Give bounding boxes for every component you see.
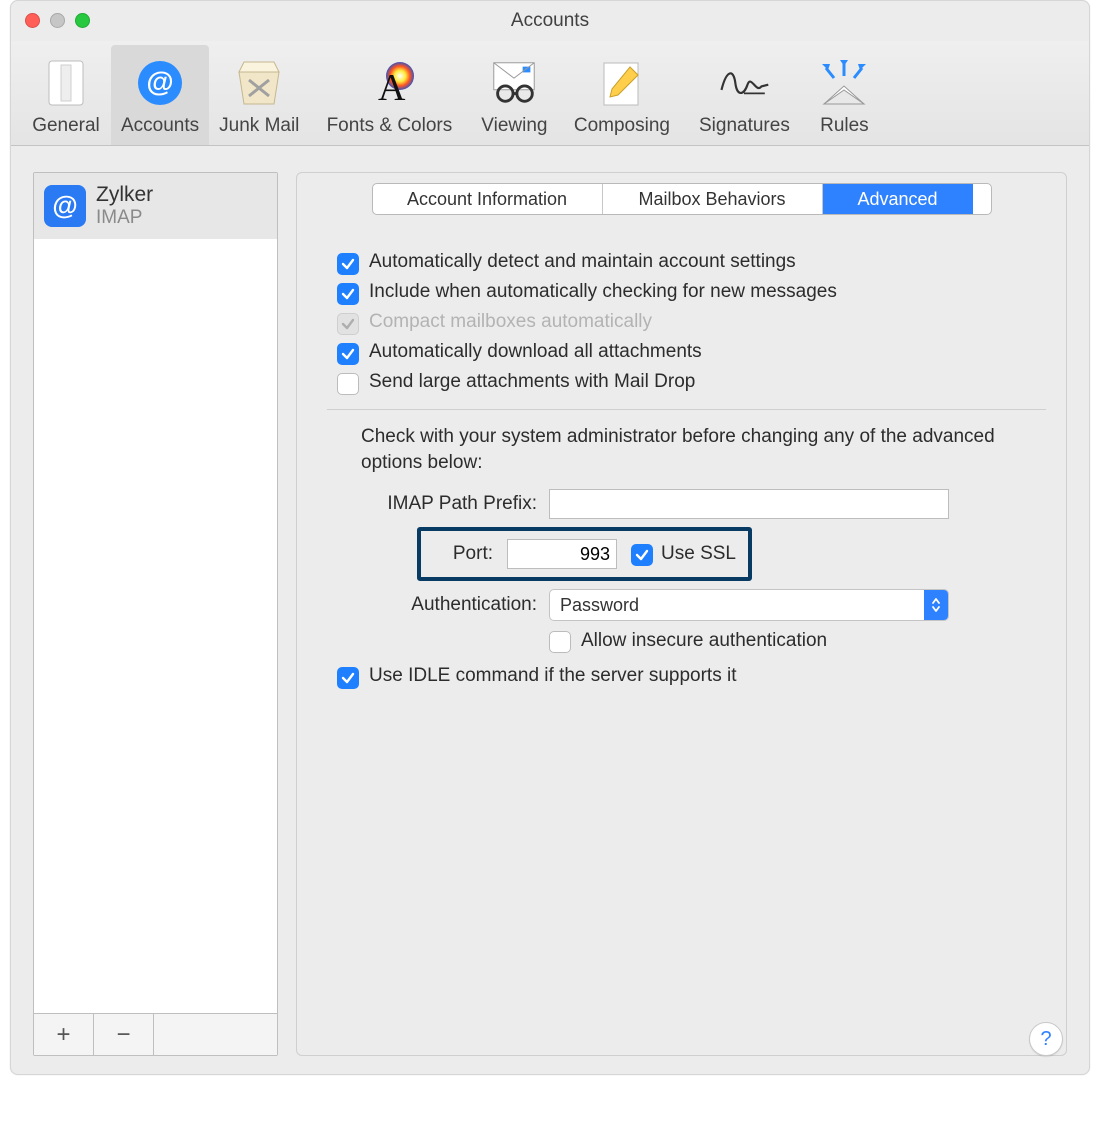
svg-text:A: A — [378, 67, 406, 106]
chevron-updown-icon — [924, 590, 948, 620]
sidebar-spacer — [154, 1014, 277, 1055]
auth-row: Authentication: Password — [337, 589, 1036, 621]
account-text: Zylker IMAP — [96, 183, 153, 229]
port-label: Port: — [433, 543, 493, 565]
help-button[interactable]: ? — [1029, 1022, 1063, 1056]
accounts-icon: @ — [134, 57, 186, 109]
use-ssl-label: Use SSL — [661, 543, 736, 565]
toolbar-item-label: Junk Mail — [219, 115, 299, 137]
imap-prefix-input[interactable] — [549, 489, 949, 519]
compact-label: Compact mailboxes automatically — [369, 311, 652, 333]
auto-download-label: Automatically download all attachments — [369, 341, 702, 363]
toolbar-item-composing[interactable]: Composing — [559, 45, 684, 145]
tab-account-information[interactable]: Account Information — [373, 184, 603, 214]
toolbar-item-junk-mail[interactable]: Junk Mail — [209, 45, 309, 145]
add-account-button[interactable]: + — [34, 1014, 94, 1055]
preferences-window: Accounts General @ Accounts — [10, 0, 1090, 1075]
opt-auto-detect-row: Automatically detect and maintain accoun… — [337, 251, 1036, 275]
at-sign-icon: @ — [44, 185, 86, 227]
auth-value: Password — [550, 595, 649, 616]
divider — [327, 409, 1046, 410]
account-row[interactable]: @ Zylker IMAP — [34, 173, 277, 239]
toolbar-item-accounts[interactable]: @ Accounts — [111, 45, 209, 145]
toolbar-item-label: Composing — [574, 115, 670, 137]
auth-label: Authentication: — [337, 594, 537, 616]
toolbar-item-label: Viewing — [481, 115, 547, 137]
include-check-label: Include when automatically checking for … — [369, 281, 837, 303]
mail-drop-checkbox[interactable] — [337, 373, 359, 395]
svg-text:@: @ — [146, 66, 173, 97]
auto-detect-label: Automatically detect and maintain accoun… — [369, 251, 796, 273]
use-ssl-checkbox[interactable] — [631, 544, 653, 566]
allow-insecure-row: Allow insecure authentication — [549, 629, 1036, 653]
minimize-window-button[interactable] — [50, 13, 65, 28]
compact-checkbox — [337, 313, 359, 335]
fonts-colors-icon: A — [363, 57, 415, 109]
account-tabs: Account Information Mailbox Behaviors Ad… — [372, 183, 992, 215]
toolbar-item-general[interactable]: General — [21, 45, 111, 145]
advanced-help-text: Check with your system administrator bef… — [361, 424, 1036, 475]
content-area: @ Zylker IMAP + − Account Information Ma… — [11, 146, 1089, 1074]
use-idle-checkbox[interactable] — [337, 667, 359, 689]
toolbar-item-signatures[interactable]: Signatures — [684, 45, 804, 145]
imap-prefix-row: IMAP Path Prefix: — [337, 489, 1036, 519]
preferences-toolbar: General @ Accounts Junk Mail — [11, 41, 1089, 146]
toolbar-item-label: Signatures — [699, 115, 790, 137]
accounts-sidebar: @ Zylker IMAP + − — [33, 172, 278, 1056]
tab-advanced[interactable]: Advanced — [823, 184, 973, 214]
toolbar-item-label: General — [32, 115, 100, 137]
general-icon — [40, 57, 92, 109]
toolbar-item-rules[interactable]: Rules — [804, 45, 884, 145]
auto-detect-checkbox[interactable] — [337, 253, 359, 275]
remove-account-button[interactable]: − — [94, 1014, 154, 1055]
include-check-checkbox[interactable] — [337, 283, 359, 305]
toolbar-item-viewing[interactable]: Viewing — [469, 45, 559, 145]
signatures-icon — [718, 57, 770, 109]
imap-prefix-label: IMAP Path Prefix: — [337, 493, 537, 515]
accounts-list[interactable]: @ Zylker IMAP — [34, 173, 277, 1013]
account-name: Zylker — [96, 183, 153, 207]
opt-mail-drop-row: Send large attachments with Mail Drop — [337, 371, 1036, 395]
auth-select[interactable]: Password — [549, 589, 949, 621]
account-subtitle: IMAP — [96, 207, 153, 229]
auto-download-checkbox[interactable] — [337, 343, 359, 365]
allow-insecure-label: Allow insecure authentication — [581, 630, 827, 652]
traffic-lights — [25, 13, 90, 28]
advanced-form: Automatically detect and maintain accoun… — [297, 225, 1066, 705]
port-row: Port: Use SSL — [337, 527, 1036, 581]
opt-auto-download-row: Automatically download all attachments — [337, 341, 1036, 365]
viewing-icon — [488, 57, 540, 109]
toolbar-item-label: Rules — [820, 115, 869, 137]
use-idle-row: Use IDLE command if the server supports … — [337, 665, 1036, 689]
opt-include-check-row: Include when automatically checking for … — [337, 281, 1036, 305]
port-highlight-box: Port: Use SSL — [417, 527, 752, 581]
junk-mail-icon — [233, 57, 285, 109]
titlebar: Accounts — [11, 1, 1089, 41]
toolbar-item-label: Accounts — [121, 115, 199, 137]
toolbar-item-label: Fonts & Colors — [327, 115, 453, 137]
allow-insecure-checkbox[interactable] — [549, 631, 571, 653]
account-detail-pane: Account Information Mailbox Behaviors Ad… — [296, 172, 1067, 1056]
rules-icon — [818, 57, 870, 109]
close-window-button[interactable] — [25, 13, 40, 28]
zoom-window-button[interactable] — [75, 13, 90, 28]
opt-compact-row: Compact mailboxes automatically — [337, 311, 1036, 335]
use-idle-label: Use IDLE command if the server supports … — [369, 665, 736, 687]
toolbar-item-fonts-colors[interactable]: A Fonts & Colors — [309, 45, 469, 145]
port-input[interactable] — [507, 539, 617, 569]
window-title: Accounts — [11, 10, 1089, 32]
mail-drop-label: Send large attachments with Mail Drop — [369, 371, 695, 393]
sidebar-buttons: + − — [34, 1013, 277, 1055]
composing-icon — [596, 57, 648, 109]
tab-mailbox-behaviors[interactable]: Mailbox Behaviors — [603, 184, 823, 214]
